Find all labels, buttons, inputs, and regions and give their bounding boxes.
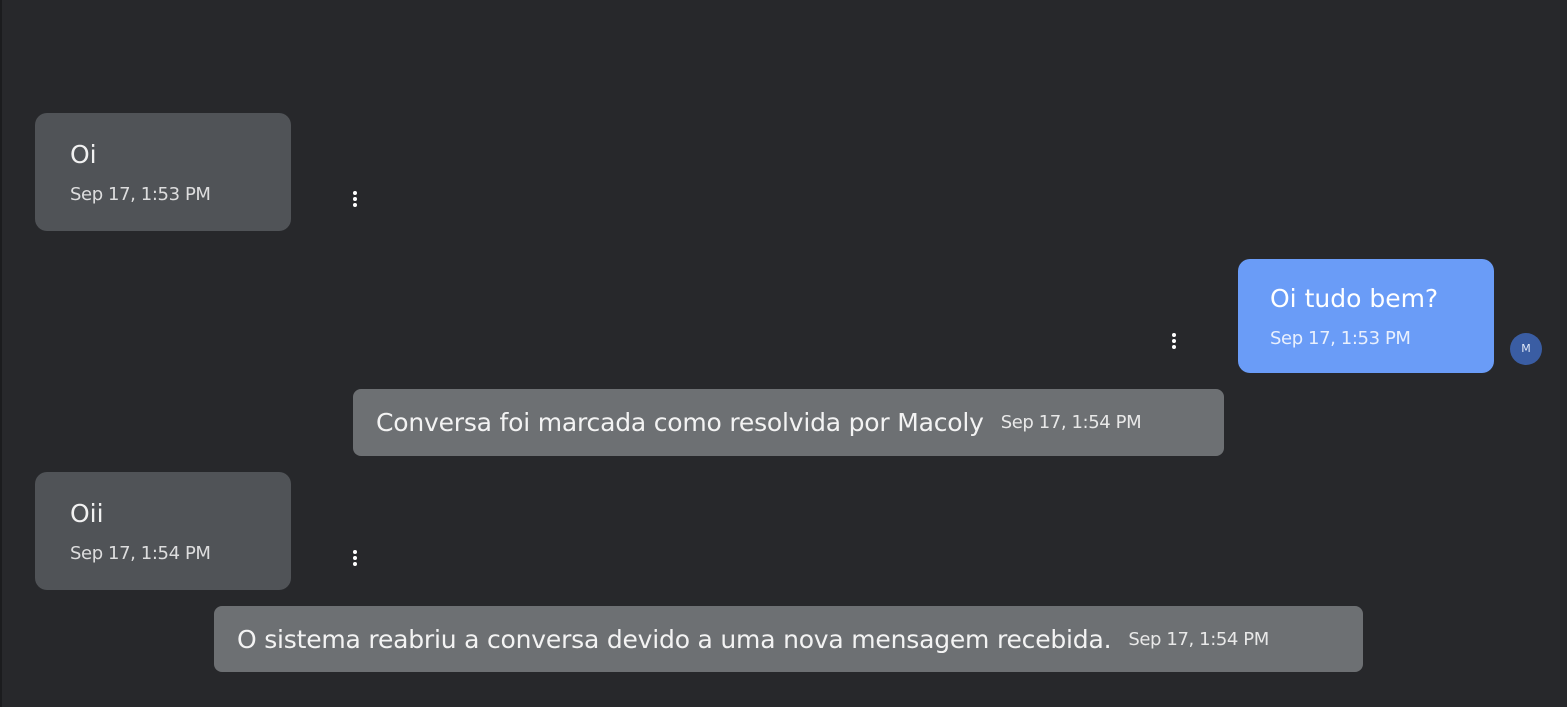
more-vertical-icon[interactable]	[1165, 328, 1183, 354]
message-timestamp: Sep 17, 1:53 PM	[70, 184, 211, 205]
message-text: Oi tudo bem?	[1270, 284, 1439, 313]
system-message: O sistema reabriu a conversa devido a um…	[214, 606, 1363, 672]
outgoing-message-bubble[interactable]: Oi tudo bem? Sep 17, 1:53 PM	[1238, 259, 1494, 373]
more-vertical-icon[interactable]	[346, 186, 364, 212]
avatar[interactable]: M	[1510, 333, 1542, 365]
system-message-timestamp: Sep 17, 1:54 PM	[1000, 412, 1142, 433]
incoming-message-bubble[interactable]: Oi Sep 17, 1:53 PM	[35, 113, 291, 231]
message-text: Oi	[70, 140, 97, 169]
message-timestamp: Sep 17, 1:53 PM	[1270, 328, 1411, 349]
incoming-message-bubble[interactable]: Oii Sep 17, 1:54 PM	[35, 472, 291, 590]
conversation-thread[interactable]: Oi Sep 17, 1:53 PM Oi tudo bem? Sep 17, …	[0, 0, 1567, 707]
system-message-text: O sistema reabriu a conversa devido a um…	[237, 624, 1112, 654]
system-message: Conversa foi marcada como resolvida por …	[353, 389, 1224, 456]
message-timestamp: Sep 17, 1:54 PM	[70, 543, 211, 564]
system-message-timestamp: Sep 17, 1:54 PM	[1128, 628, 1269, 650]
more-vertical-icon[interactable]	[346, 545, 364, 571]
message-text: Oii	[70, 499, 104, 528]
system-message-text: Conversa foi marcada como resolvida por …	[376, 408, 984, 437]
